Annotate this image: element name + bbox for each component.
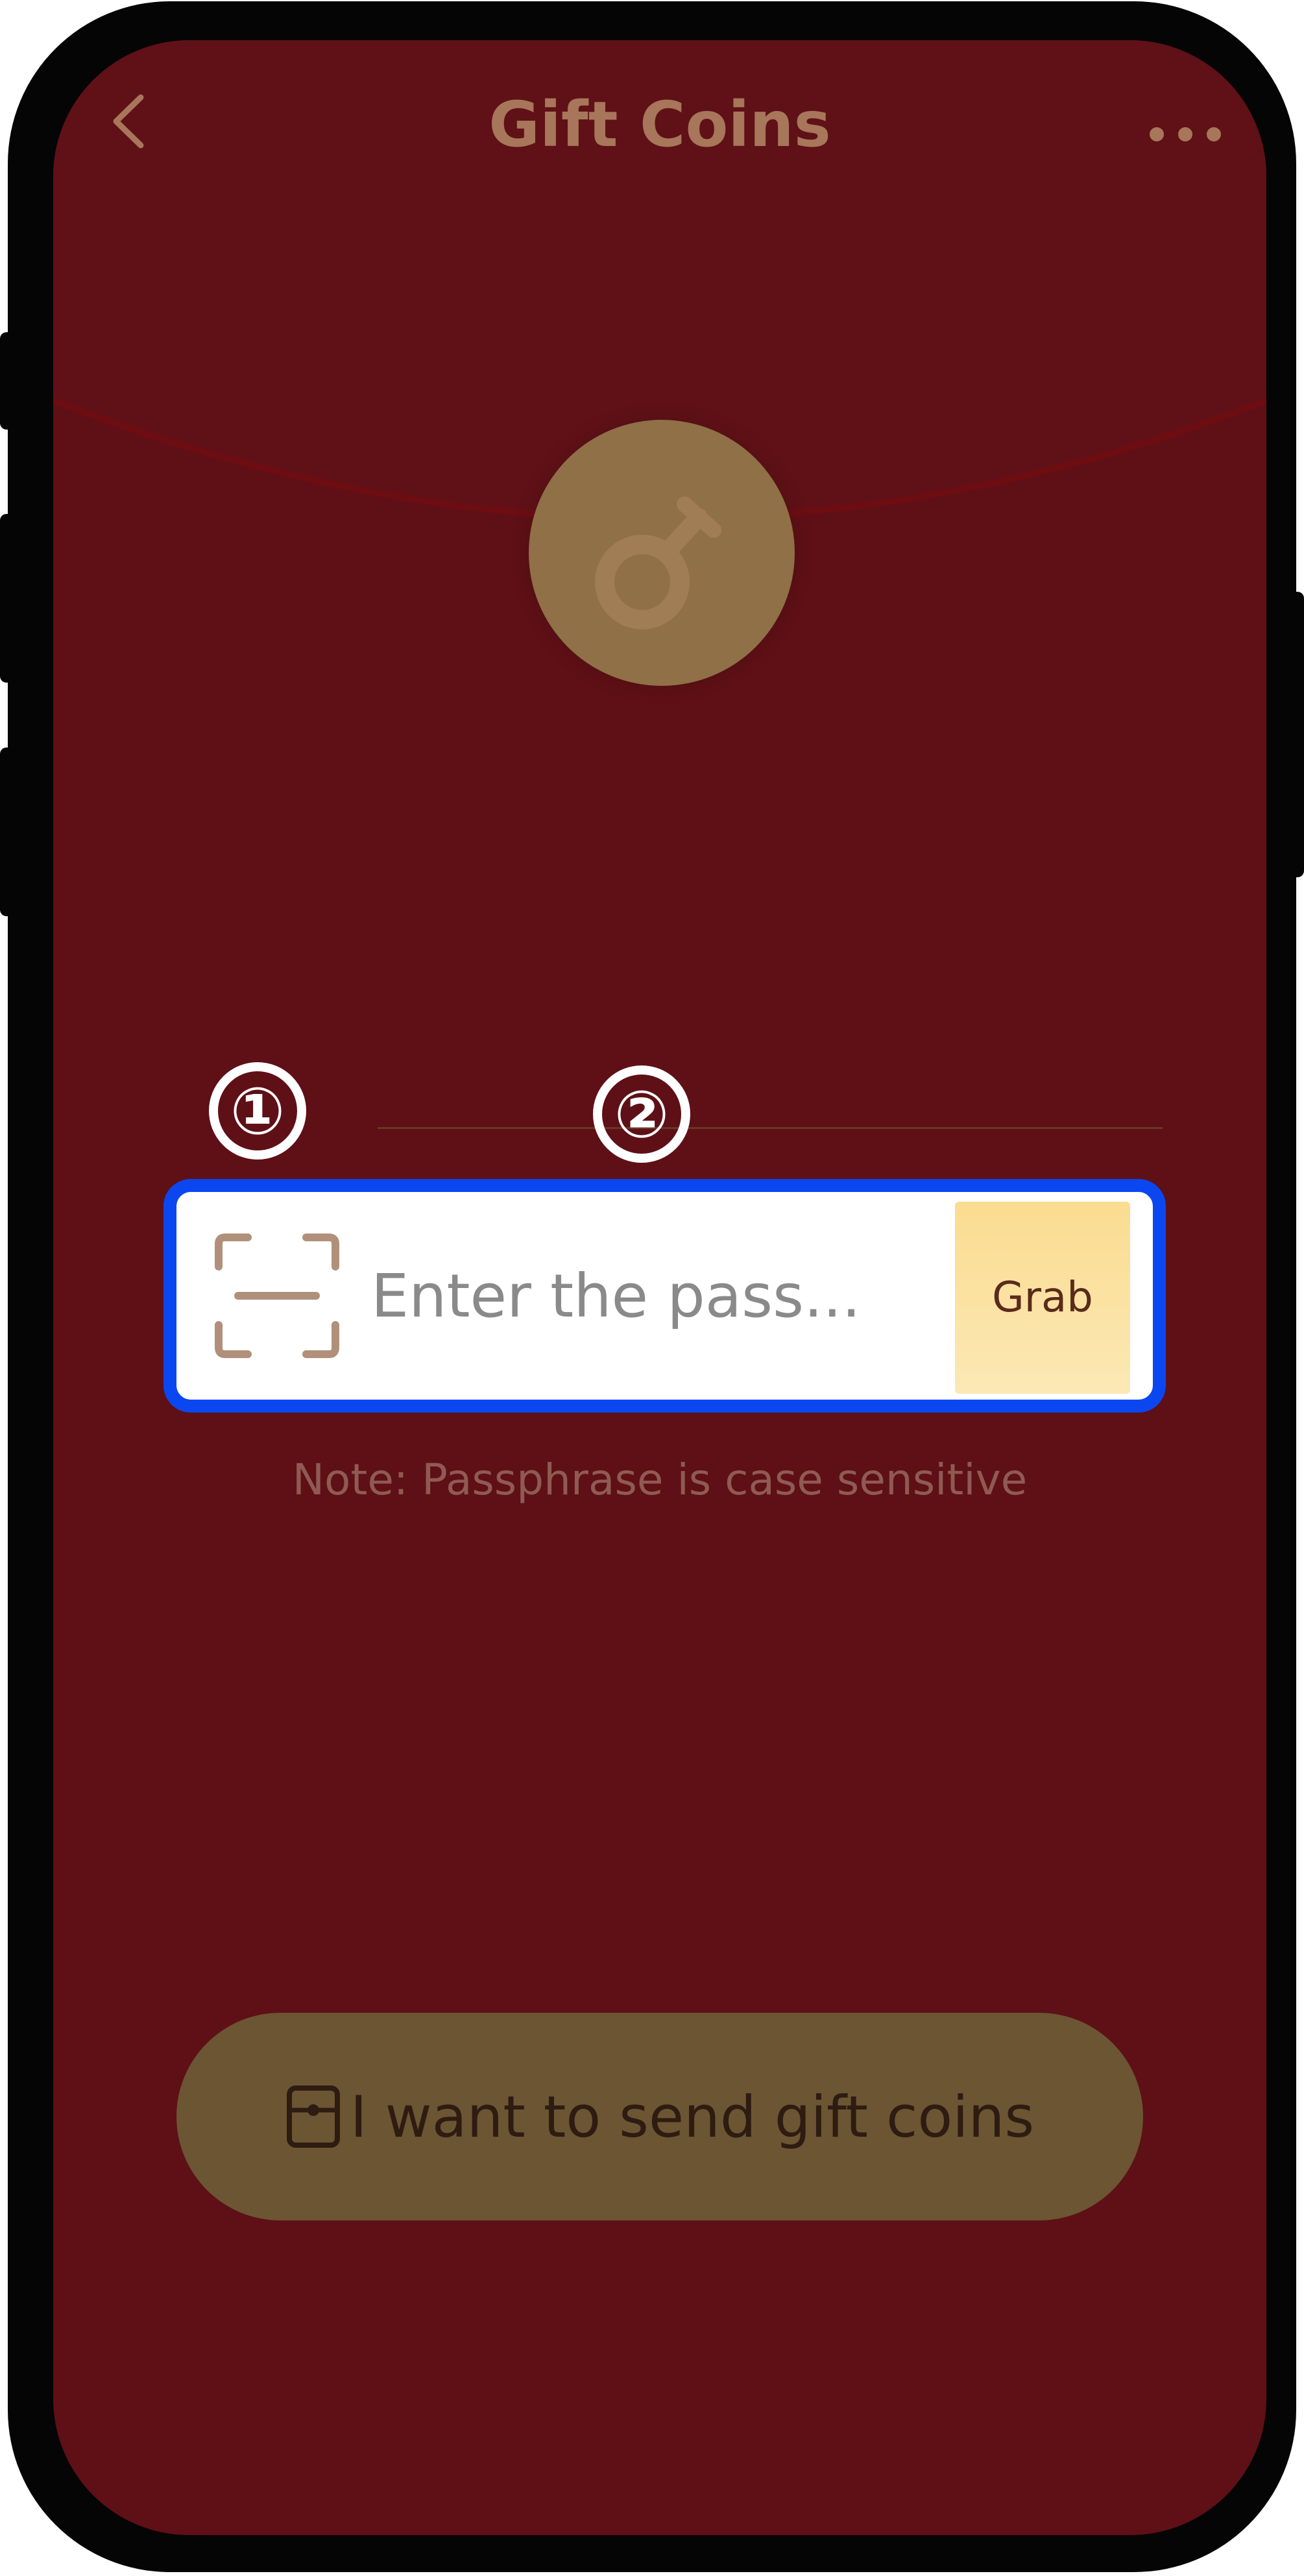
coin-seal bbox=[529, 420, 795, 686]
side-button-volume-up bbox=[0, 514, 19, 683]
scan-icon bbox=[215, 1233, 339, 1358]
grab-button[interactable]: Grab bbox=[955, 1202, 1130, 1394]
red-envelope-icon bbox=[286, 2085, 340, 2148]
send-gift-coins-button[interactable]: I want to send gift coins bbox=[176, 2013, 1143, 2220]
app-screen: Gift Coins ① ② Enter the pass... Grab No… bbox=[53, 40, 1266, 2535]
passphrase-input[interactable] bbox=[371, 1231, 955, 1361]
passphrase-box: Grab bbox=[163, 1179, 1166, 1413]
annotation-marker-1: ① bbox=[209, 1062, 306, 1160]
send-gift-coins-label: I want to send gift coins bbox=[350, 2083, 1035, 2150]
phone-frame: Gift Coins ① ② Enter the pass... Grab No… bbox=[0, 1, 1304, 2572]
side-button-power bbox=[1285, 592, 1304, 877]
page-title: Gift Coins bbox=[489, 88, 831, 161]
coin-logo-icon bbox=[595, 496, 721, 629]
case-sensitive-note: Note: Passphrase is case sensitive bbox=[292, 1455, 1028, 1505]
side-button-volume-down bbox=[0, 747, 19, 916]
side-button-mute bbox=[0, 332, 19, 430]
scan-button[interactable] bbox=[212, 1231, 342, 1361]
more-horizontal-icon bbox=[1150, 127, 1221, 141]
divider-line bbox=[378, 1127, 1163, 1129]
more-options-button[interactable] bbox=[1150, 118, 1221, 151]
annotation-marker-2: ② bbox=[593, 1065, 690, 1163]
